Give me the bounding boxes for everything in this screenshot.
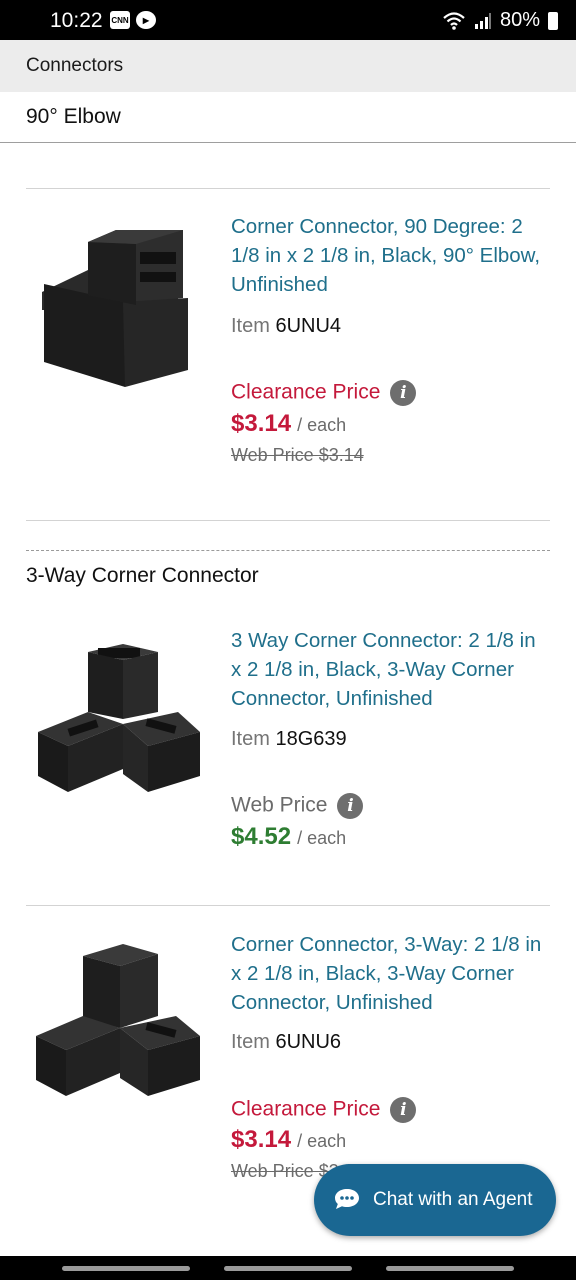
price-label: Web Price i xyxy=(231,793,364,819)
price: $3.14/ each xyxy=(231,1126,347,1153)
price: $3.14/ each xyxy=(231,410,347,437)
nav-handle[interactable] xyxy=(224,1266,352,1271)
status-time: 10:22 xyxy=(50,9,103,32)
three-way-connector-image[interactable] xyxy=(28,928,208,1108)
cnn-notification-icon: CNN xyxy=(110,11,130,29)
price-label: Clearance Price i xyxy=(231,1097,417,1123)
product-title-link[interactable]: 3 Way Corner Connector: 2 1/8 in x 2 1/8… xyxy=(231,626,551,713)
divider xyxy=(26,188,550,189)
info-icon[interactable]: i xyxy=(390,1097,417,1123)
divider xyxy=(26,520,550,521)
chat-button-label: Chat with an Agent xyxy=(373,1189,533,1210)
three-way-connector-image[interactable] xyxy=(28,624,208,804)
product-title-link[interactable]: Corner Connector, 3-Way: 2 1/8 in x 2 1/… xyxy=(231,930,551,1017)
notification-icons: CNN ▶ xyxy=(110,11,156,29)
battery-percent: 80% xyxy=(499,9,540,31)
item-number: Item 18G639 xyxy=(231,728,347,750)
chat-bubble-icon xyxy=(335,1189,359,1209)
old-price: Web Price $3.14 xyxy=(231,445,364,465)
subcategory-title: 90° Elbow xyxy=(26,105,121,128)
section-divider xyxy=(26,550,550,551)
info-icon[interactable]: i xyxy=(337,793,364,819)
nav-handle[interactable] xyxy=(386,1266,514,1271)
divider xyxy=(26,905,550,906)
product-title-link[interactable]: Corner Connector, 90 Degree: 2 1/8 in x … xyxy=(231,212,551,299)
play-icon: ▶ xyxy=(136,11,156,29)
price: $4.52/ each xyxy=(231,823,347,850)
breadcrumb-label[interactable]: Connectors xyxy=(26,55,123,77)
info-icon[interactable]: i xyxy=(390,380,417,406)
subcategory-header: 90° Elbow xyxy=(0,92,576,143)
elbow-connector-image[interactable] xyxy=(28,210,208,390)
chat-with-agent-button[interactable]: Chat with an Agent xyxy=(314,1164,556,1236)
status-right: 80% xyxy=(442,9,558,32)
signal-icon xyxy=(474,12,491,29)
battery-icon xyxy=(548,11,558,30)
price-label: Clearance Price i xyxy=(231,380,417,406)
section-heading: 3-Way Corner Connector xyxy=(26,564,259,587)
nav-handle[interactable] xyxy=(62,1266,190,1271)
status-bar: 10:22 CNN ▶ 80% xyxy=(0,0,576,40)
item-number: Item 6UNU6 xyxy=(231,1031,342,1053)
breadcrumb[interactable]: Connectors xyxy=(0,40,576,92)
wifi-icon xyxy=(443,11,465,30)
item-number: Item 6UNU4 xyxy=(231,315,342,337)
system-nav-bar xyxy=(0,1256,576,1280)
